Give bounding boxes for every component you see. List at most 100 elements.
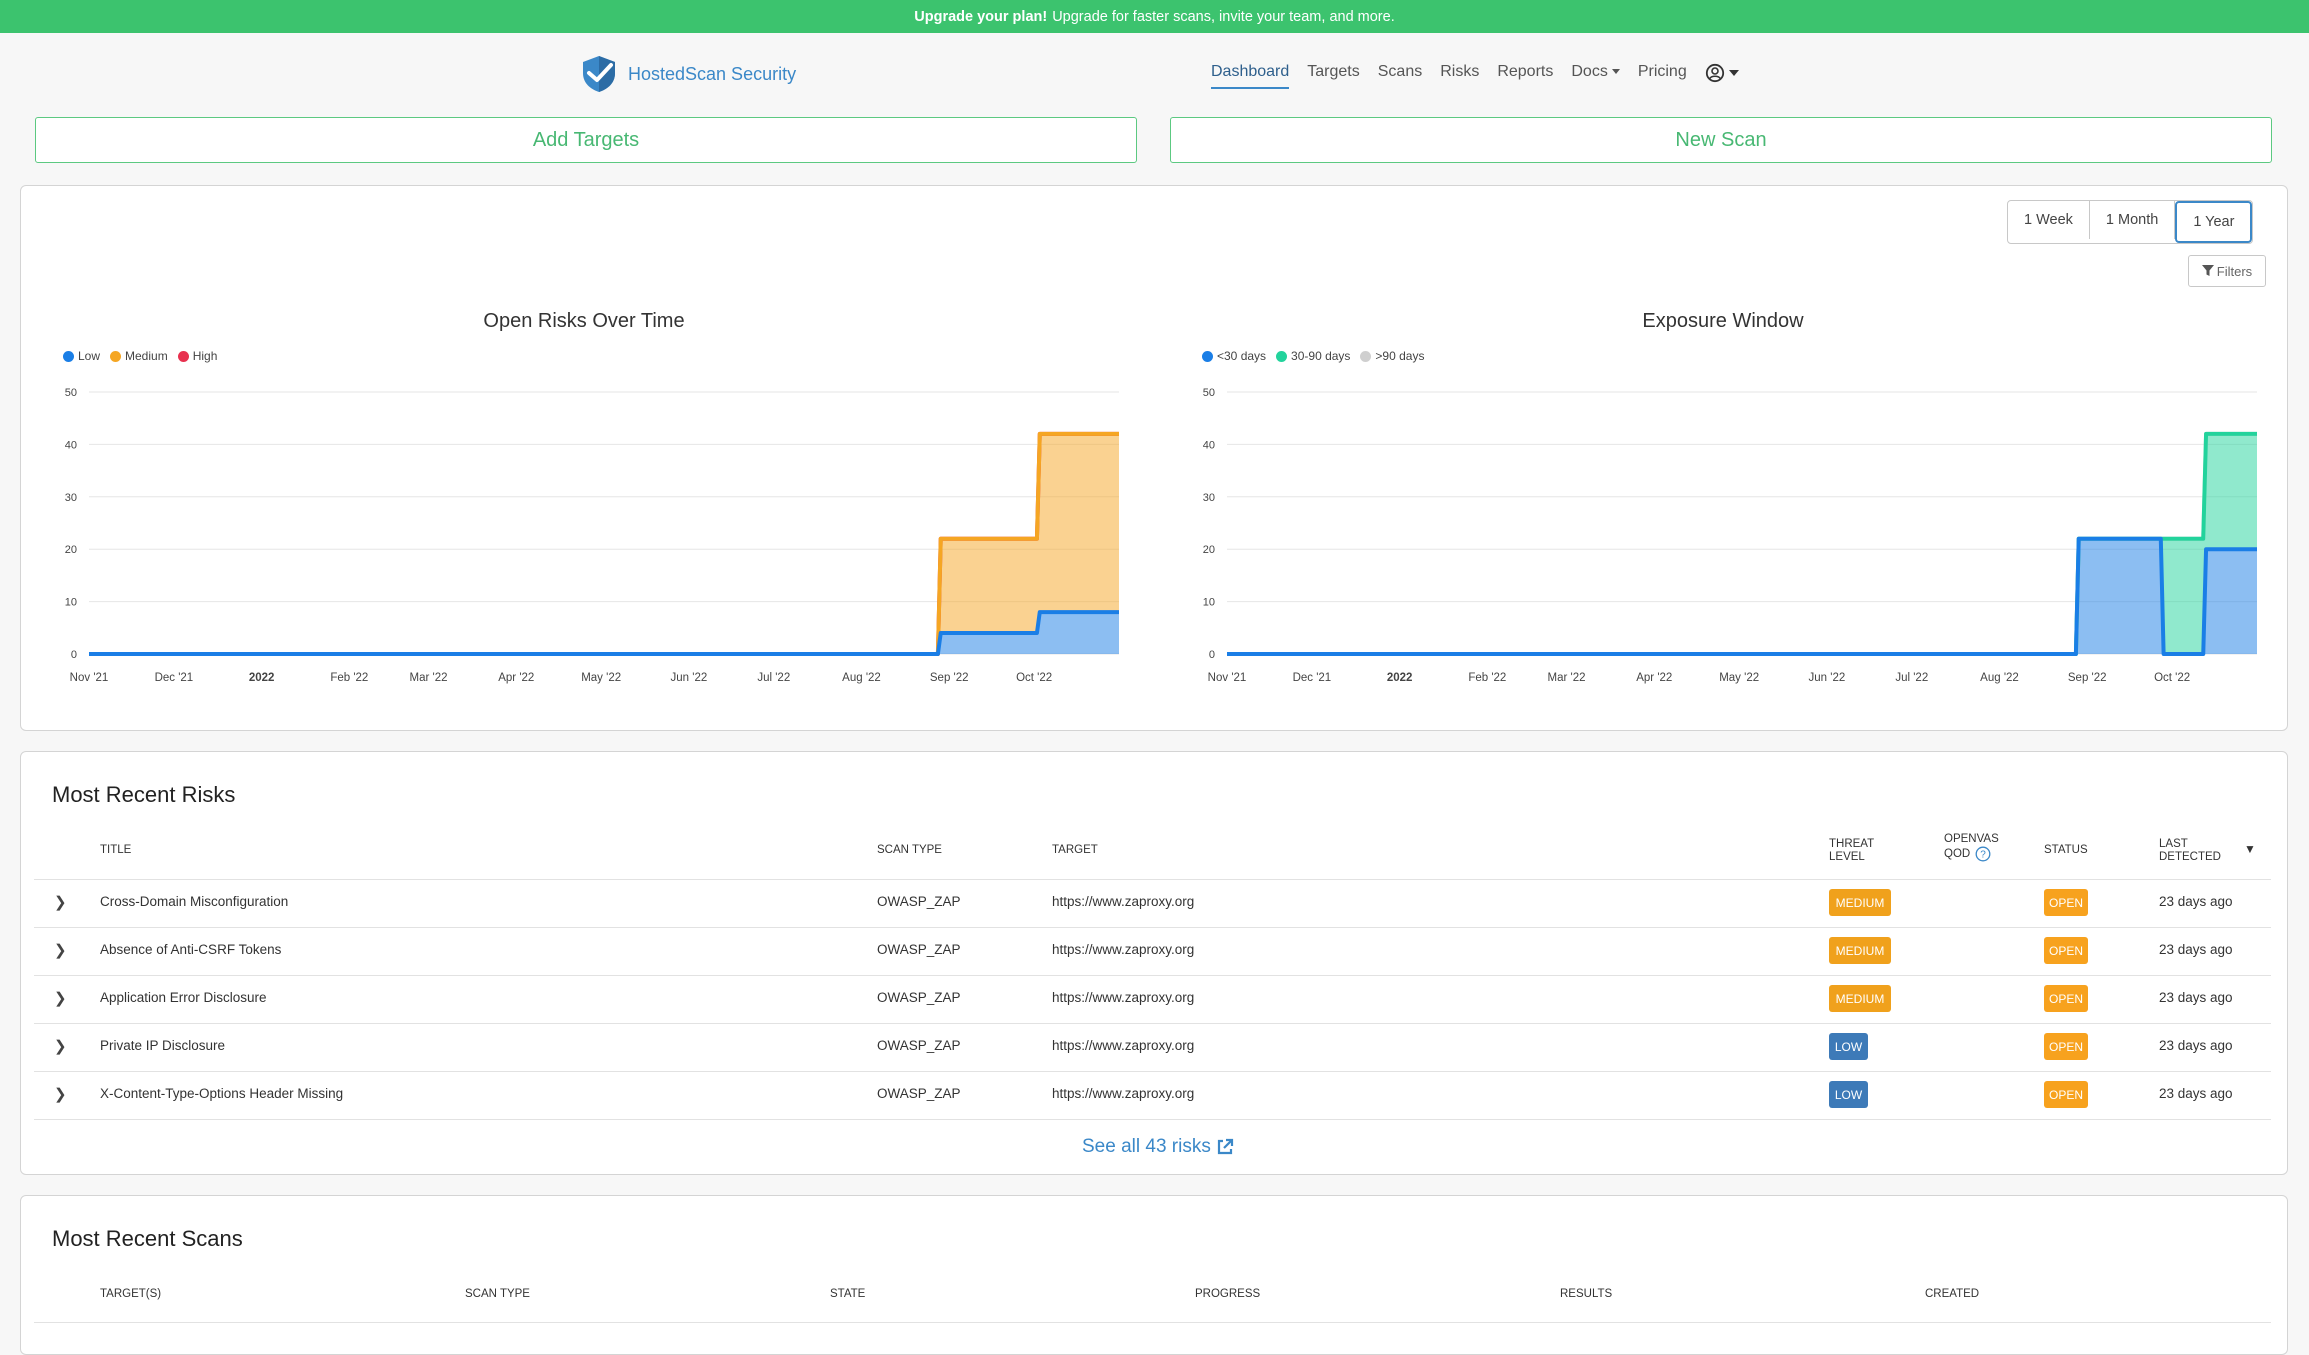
user-menu[interactable] xyxy=(1705,63,1739,83)
nav-targets[interactable]: Targets xyxy=(1307,63,1359,89)
y-tick-label: 50 xyxy=(1203,387,1215,399)
risk-target: https://www.zaproxy.org xyxy=(1052,1038,1195,1053)
risks-card xyxy=(20,751,2288,1175)
x-tick-label: Dec '21 xyxy=(155,672,194,684)
table-divider xyxy=(34,1119,2271,1120)
legend-item-high[interactable]: High xyxy=(177,349,218,363)
th-progress[interactable]: PROGRESS xyxy=(1195,1288,1260,1301)
th-openvas-line2: QOD ? xyxy=(1944,846,1999,862)
th-created[interactable]: CREATED xyxy=(1925,1288,1979,1301)
risk-last-detected: 23 days ago xyxy=(2159,1086,2233,1101)
legend-item-gt90[interactable]: >90 days xyxy=(1360,349,1424,363)
status-badge: OPEN xyxy=(2044,985,2088,1012)
chart-title-exposure-window: Exposure Window xyxy=(1642,310,1804,332)
range-1-month[interactable]: 1 Month xyxy=(2090,201,2176,239)
nav-pricing[interactable]: Pricing xyxy=(1638,63,1687,89)
x-tick-label: May '22 xyxy=(581,672,621,684)
risk-title[interactable]: Absence of Anti-CSRF Tokens xyxy=(100,942,281,957)
risk-title[interactable]: Cross-Domain Misconfiguration xyxy=(100,894,288,909)
table-divider xyxy=(34,975,2271,976)
x-tick-label: Feb '22 xyxy=(330,672,368,684)
nav-scans[interactable]: Scans xyxy=(1378,63,1422,89)
th-threat-level[interactable]: THREAT LEVEL xyxy=(1829,838,1874,864)
legend-label: 30-90 days xyxy=(1291,349,1351,363)
nav-docs[interactable]: Docs xyxy=(1571,63,1620,89)
th-state[interactable]: STATE xyxy=(830,1288,865,1301)
see-all-risks-link[interactable]: See all 43 risks xyxy=(1082,1136,1234,1158)
risk-target: https://www.zaproxy.org xyxy=(1052,1086,1195,1101)
th-scan-type[interactable]: SCAN TYPE xyxy=(877,844,942,857)
threat-level-badge: LOW xyxy=(1829,1081,1868,1108)
expand-chevron-icon[interactable]: ❯ xyxy=(54,1085,67,1103)
open-risks-chart[interactable]: 0 10 20 30 40 50 Nov '21 Dec '21 2022 Feb '22 Mar … xyxy=(55,380,1165,684)
risk-last-detected: 23 days ago xyxy=(2159,942,2233,957)
legend-dot xyxy=(63,350,74,362)
status-badge: OPEN xyxy=(2044,889,2088,916)
chart-legend-exposure-window: <30 days 30-90 days >90 days xyxy=(1202,349,1434,363)
th-last-detected-line1: LAST xyxy=(2159,838,2188,850)
x-tick-label: Aug '22 xyxy=(842,672,881,684)
x-tick-label: 2022 xyxy=(249,672,275,684)
expand-chevron-icon[interactable]: ❯ xyxy=(54,893,67,911)
th-openvas-qod[interactable]: OPENVAS QOD ? xyxy=(1944,833,1999,862)
th-status[interactable]: STATUS xyxy=(2044,844,2088,857)
brand-link[interactable]: HostedScan Security xyxy=(578,53,796,95)
legend-dot xyxy=(1360,350,1372,362)
legend-item-lt30[interactable]: <30 days xyxy=(1202,349,1266,363)
x-tick-label: Oct '22 xyxy=(1016,672,1052,684)
th-openvas-line2-text: QOD xyxy=(1944,848,1971,861)
upgrade-banner[interactable]: Upgrade your plan! Upgrade for faster sc… xyxy=(0,0,2309,33)
filters-label: Filters xyxy=(2216,263,2253,279)
risk-title[interactable]: Private IP Disclosure xyxy=(100,1038,225,1053)
time-range-toggle: 1 Week 1 Month 1 Year xyxy=(2007,200,2254,244)
x-tick-label: Sep '22 xyxy=(930,672,969,684)
chart-legend-open-risks: Low Medium High xyxy=(63,349,227,363)
help-icon[interactable]: ? xyxy=(1975,846,1991,862)
new-scan-button[interactable]: New Scan xyxy=(1170,117,2272,163)
th-title[interactable]: TITLE xyxy=(100,844,131,857)
legend-item-medium[interactable]: Medium xyxy=(110,349,168,363)
filters-button[interactable]: Filters xyxy=(2188,255,2266,287)
legend-label: Medium xyxy=(125,349,168,363)
series-area-0 xyxy=(1227,538,2257,654)
legend-dot xyxy=(177,350,189,362)
risk-title[interactable]: X-Content-Type-Options Header Missing xyxy=(100,1086,343,1101)
legend-item-low[interactable]: Low xyxy=(63,349,100,363)
sort-desc-icon[interactable]: ▼ xyxy=(2244,843,2256,856)
series-area-1 xyxy=(89,433,1119,654)
nav-reports[interactable]: Reports xyxy=(1497,63,1553,89)
th-scan-type[interactable]: SCAN TYPE xyxy=(465,1288,530,1301)
table-divider xyxy=(34,1322,2271,1323)
nav-docs-label: Docs xyxy=(1571,63,1608,80)
risk-title[interactable]: Application Error Disclosure xyxy=(100,990,267,1005)
add-targets-button[interactable]: Add Targets xyxy=(35,117,1137,163)
expand-chevron-icon[interactable]: ❯ xyxy=(54,1037,67,1055)
upgrade-banner-bold: Upgrade your plan! xyxy=(914,8,1048,25)
table-divider xyxy=(34,1023,2271,1024)
x-tick-label: Nov '21 xyxy=(1208,672,1247,684)
nav-risks[interactable]: Risks xyxy=(1440,63,1479,89)
th-last-detected[interactable]: LAST DETECTED xyxy=(2159,838,2221,864)
legend-dot xyxy=(1276,350,1288,362)
legend-dot xyxy=(110,350,122,362)
external-link-icon xyxy=(1217,1138,1233,1155)
legend-label: High xyxy=(192,349,218,363)
risk-target: https://www.zaproxy.org xyxy=(1052,894,1195,909)
th-targets[interactable]: TARGET(S) xyxy=(100,1288,161,1301)
legend-item-30-90[interactable]: 30-90 days xyxy=(1276,349,1350,363)
risk-target: https://www.zaproxy.org xyxy=(1052,942,1195,957)
exposure-window-chart[interactable]: 0 10 20 30 40 50 Nov '21 Dec '21 2022 Feb '22 Mar … xyxy=(1193,380,2303,684)
risk-target: https://www.zaproxy.org xyxy=(1052,990,1195,1005)
expand-chevron-icon[interactable]: ❯ xyxy=(54,941,67,959)
y-tick-label: 0 xyxy=(1209,649,1215,661)
th-target[interactable]: TARGET xyxy=(1052,844,1098,857)
risks-section-title: Most Recent Risks xyxy=(52,782,236,807)
user-circle-icon xyxy=(1705,63,1724,83)
range-1-year[interactable]: 1 Year xyxy=(2175,201,2253,243)
risk-scan-type: OWASP_ZAP xyxy=(877,942,961,957)
x-tick-label: Jul '22 xyxy=(757,672,790,684)
nav-dashboard[interactable]: Dashboard xyxy=(1211,63,1290,89)
expand-chevron-icon[interactable]: ❯ xyxy=(54,989,67,1007)
th-results[interactable]: RESULTS xyxy=(1560,1288,1612,1301)
range-1-week[interactable]: 1 Week xyxy=(2008,201,2090,239)
